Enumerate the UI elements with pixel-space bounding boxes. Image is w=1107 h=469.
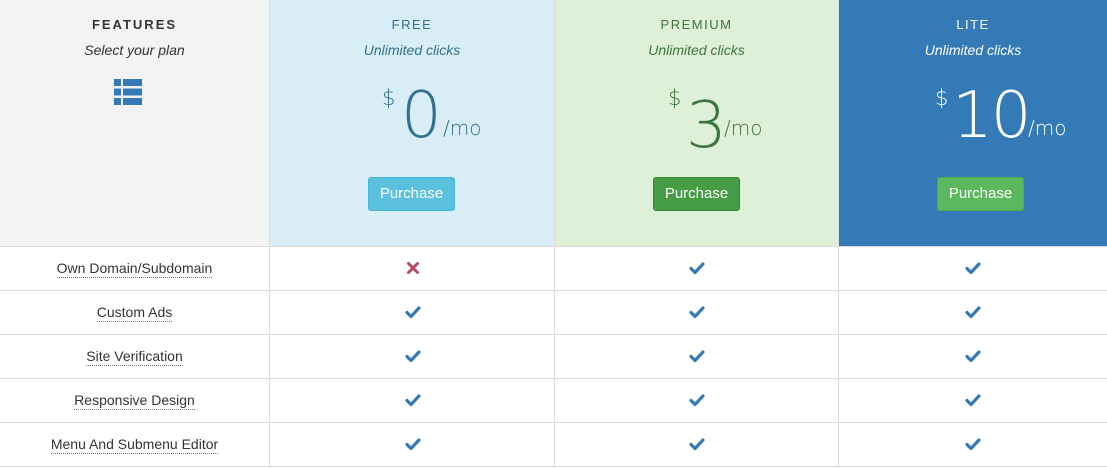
- check-icon: [689, 262, 705, 275]
- check-icon: [405, 394, 421, 407]
- feature-label[interactable]: Own Domain/Subdomain: [56, 260, 213, 278]
- feature-premium-cell: [555, 379, 839, 423]
- price-period: /mo: [443, 116, 482, 140]
- check-icon: [405, 306, 421, 319]
- feature-label[interactable]: Responsive Design: [74, 392, 195, 410]
- feature-free-cell: [270, 247, 555, 291]
- purchase-button-free[interactable]: Purchase: [368, 177, 455, 211]
- check-icon: [689, 394, 705, 407]
- feature-cell: Menu And Submenu Editor: [0, 423, 270, 467]
- table-row: Responsive Design: [0, 379, 1107, 423]
- feature-free-cell: [270, 379, 555, 423]
- feature-lite-cell: [839, 379, 1107, 423]
- feature-premium-cell: [555, 247, 839, 291]
- plan-lite-subtitle: Unlimited clicks: [924, 42, 1022, 58]
- features-title: FEATURES: [91, 17, 178, 32]
- price-period: /mo: [724, 116, 763, 140]
- check-icon: [405, 438, 421, 451]
- feature-label[interactable]: Menu And Submenu Editor: [50, 436, 219, 454]
- features-header: FEATURES Select your plan: [0, 0, 270, 247]
- table-row: Menu And Submenu Editor: [0, 423, 1107, 467]
- check-icon: [689, 306, 705, 319]
- price-amount: 3: [686, 89, 727, 163]
- plan-premium-name: PREMIUM: [660, 17, 733, 32]
- purchase-button-lite[interactable]: Purchase: [937, 177, 1024, 211]
- feature-cell: Custom Ads: [0, 291, 270, 335]
- price-amount: 0: [401, 79, 442, 153]
- check-icon: [965, 262, 981, 275]
- feature-label[interactable]: Custom Ads: [96, 304, 173, 322]
- feature-lite-cell: [839, 335, 1107, 379]
- features-subtitle: Select your plan: [84, 42, 185, 58]
- feature-cell: Site Verification: [0, 335, 270, 379]
- feature-premium-cell: [555, 335, 839, 379]
- feature-free-cell: [270, 423, 555, 467]
- feature-premium-cell: [555, 423, 839, 467]
- feature-lite-cell: [839, 423, 1107, 467]
- feature-free-cell: [270, 291, 555, 335]
- plan-lite-name: LITE: [956, 17, 990, 32]
- table-row: Custom Ads: [0, 291, 1107, 335]
- check-icon: [965, 394, 981, 407]
- currency-symbol: $: [935, 86, 949, 110]
- pricing-table: FEATURES Select your plan FREE Unlimited…: [0, 0, 1107, 469]
- price-amount: 10: [952, 79, 1031, 153]
- feature-lite-cell: [839, 247, 1107, 291]
- feature-lite-cell: [839, 291, 1107, 335]
- check-icon: [965, 438, 981, 451]
- table-row: Own Domain/Subdomain: [0, 247, 1107, 291]
- feature-label[interactable]: Site Verification: [86, 348, 183, 366]
- feature-premium-cell: [555, 291, 839, 335]
- currency-symbol: $: [668, 86, 682, 110]
- plan-free-name: FREE: [391, 17, 433, 32]
- feature-free-cell: [270, 335, 555, 379]
- check-icon: [965, 306, 981, 319]
- plan-free-price: $ 0 /mo: [270, 79, 554, 160]
- plan-lite-price: $ 10 /mo: [839, 79, 1107, 160]
- purchase-button-premium[interactable]: Purchase: [653, 177, 740, 211]
- cross-icon: [407, 262, 419, 274]
- table-row: Site Verification: [0, 335, 1107, 379]
- feature-cell: Responsive Design: [0, 379, 270, 423]
- plan-free-header: FREE Unlimited clicks $ 0 /mo Purchase: [270, 0, 555, 247]
- check-icon: [405, 350, 421, 363]
- currency-symbol: $: [382, 86, 396, 110]
- plan-lite-header: LITE Unlimited clicks $ 10 /mo Purchase: [839, 0, 1107, 247]
- check-icon: [689, 350, 705, 363]
- price-period: /mo: [1028, 116, 1067, 140]
- feature-cell: Own Domain/Subdomain: [0, 247, 270, 291]
- list-icon: [114, 79, 142, 105]
- plan-premium-subtitle: Unlimited clicks: [648, 42, 745, 58]
- plan-premium-header: PREMIUM Unlimited clicks $ 3 /mo Purchas…: [555, 0, 839, 247]
- plan-free-subtitle: Unlimited clicks: [363, 42, 461, 58]
- plan-premium-price: $ 3 /mo: [555, 80, 838, 163]
- check-icon: [965, 350, 981, 363]
- check-icon: [689, 438, 705, 451]
